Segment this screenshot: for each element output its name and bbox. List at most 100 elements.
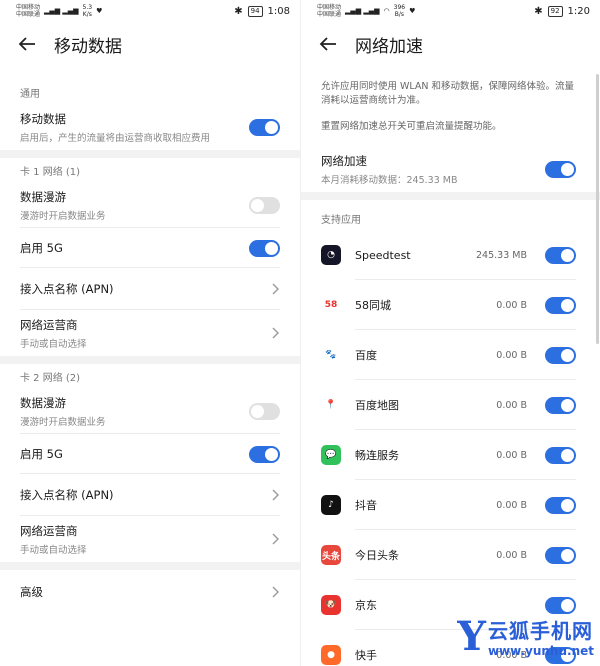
signal-icon: ▂▄▆ ▂▄▆ bbox=[44, 7, 79, 15]
section-gap bbox=[301, 192, 600, 200]
back-arrow-icon[interactable] bbox=[18, 34, 42, 54]
app-name: 畅连服务 bbox=[355, 449, 399, 462]
watermark-url: www.yunhu.net bbox=[487, 644, 594, 658]
app-acceleration-toggle[interactable] bbox=[545, 246, 576, 264]
sim1-5g-row[interactable]: 启用 5G bbox=[0, 228, 300, 268]
app-row[interactable]: 📍 百度地图 0.00 B bbox=[301, 380, 600, 430]
baidu-paw-icon: 🐾 bbox=[321, 345, 341, 365]
app-name: 抖音 bbox=[355, 499, 377, 512]
chat-bubble-icon: 💬 bbox=[321, 445, 341, 465]
clock: 1:20 bbox=[567, 5, 590, 17]
app-usage: 0.00 B bbox=[496, 299, 527, 311]
sim2-operator-row[interactable]: 网络运营商 手动或自动选择 bbox=[0, 516, 300, 562]
chevron-right-icon bbox=[270, 326, 280, 340]
app-row[interactable]: 🐾 百度 0.00 B bbox=[301, 330, 600, 380]
app-usage: 0.00 B bbox=[496, 449, 527, 461]
operator-desc: 手动或自动选择 bbox=[20, 338, 87, 350]
network-acceleration-screen: 中国移动 中国联通 ▂▄▆ ▂▄▆ ◠ 396 B/s ♥ ✱ 92 1:20 bbox=[300, 0, 600, 666]
sim1-5g-toggle[interactable] bbox=[249, 239, 280, 257]
heart-icon: ♥ bbox=[96, 7, 103, 15]
app-name: Speedtest bbox=[355, 248, 411, 262]
section-header-sim2: 卡 2 网络 (2) bbox=[20, 373, 81, 384]
sim2-roaming-toggle[interactable] bbox=[249, 402, 280, 420]
scrollbar[interactable] bbox=[596, 74, 599, 344]
carrier-1: 中国移动 bbox=[317, 4, 342, 11]
net-speed-unit: B/s bbox=[394, 11, 405, 18]
app-usage: 0.00 B bbox=[496, 549, 527, 561]
speedtest-icon: ◔ bbox=[321, 245, 341, 265]
back-arrow-icon[interactable] bbox=[319, 34, 343, 54]
app-usage: 0.00 B bbox=[496, 399, 527, 411]
app-usage: 0.00 B bbox=[496, 499, 527, 511]
section-gap bbox=[0, 562, 300, 570]
mobile-data-desc: 启用后，产生的流量将由运营商收取相应费用 bbox=[20, 132, 211, 144]
sim1-roaming-row[interactable]: 数据漫游 漫游时开启数据业务 bbox=[0, 182, 300, 228]
reset-hint: 重置网络加速总开关可重启流量提醒功能。 bbox=[321, 121, 502, 132]
page-title: 网络加速 bbox=[355, 36, 423, 57]
app-acceleration-toggle[interactable] bbox=[545, 596, 576, 614]
sim1-operator-row[interactable]: 网络运营商 手动或自动选择 bbox=[0, 310, 300, 356]
net-speed: 5.3 bbox=[82, 4, 93, 11]
bluetooth-icon: ✱ bbox=[534, 5, 543, 17]
acceleration-usage: 本月消耗移动数据：245.33 MB bbox=[321, 174, 458, 186]
app-row[interactable]: 💬 畅连服务 0.00 B bbox=[301, 430, 600, 480]
advanced-label: 高级 bbox=[20, 585, 43, 599]
app-acceleration-toggle[interactable] bbox=[545, 296, 576, 314]
advanced-row[interactable]: 高级 bbox=[0, 570, 300, 614]
acceleration-label: 网络加速 bbox=[321, 153, 367, 168]
roaming-desc: 漫游时开启数据业务 bbox=[20, 210, 106, 222]
app-acceleration-toggle[interactable] bbox=[545, 496, 576, 514]
watermark-site-name: 云狐手机网 bbox=[487, 619, 593, 643]
chevron-right-icon bbox=[270, 282, 280, 296]
app-usage: 0.00 B bbox=[496, 349, 527, 361]
section-gap bbox=[0, 150, 300, 158]
net-speed-unit: K/s bbox=[82, 11, 92, 18]
chevron-right-icon bbox=[270, 585, 280, 599]
signal-icon: ▂▄▆ ▂▄▆ bbox=[345, 7, 380, 15]
sim2-roaming-row[interactable]: 数据漫游 漫游时开启数据业务 bbox=[0, 388, 300, 434]
section-header-general: 通用 bbox=[20, 89, 40, 100]
carrier-2: 中国联通 bbox=[16, 11, 41, 18]
sim2-5g-toggle[interactable] bbox=[249, 445, 280, 463]
mobile-data-row[interactable]: 移动数据 启用后，产生的流量将由运营商收取相应费用 bbox=[0, 104, 300, 150]
carrier-2: 中国联通 bbox=[317, 11, 342, 18]
carrier-1: 中国移动 bbox=[16, 4, 41, 11]
app-row[interactable]: ◔ Speedtest 245.33 MB bbox=[301, 230, 600, 280]
app-acceleration-toggle[interactable] bbox=[545, 346, 576, 364]
tiktok-note-icon: ♪ bbox=[321, 495, 341, 515]
mobile-data-screen: 中国移动 中国联通 ▂▄▆ ▂▄▆ 5.3 K/s ♥ ✱ 94 1:08 移动… bbox=[0, 0, 300, 666]
page-title: 移动数据 bbox=[54, 36, 122, 57]
sim1-roaming-toggle[interactable] bbox=[249, 196, 280, 214]
clock: 1:08 bbox=[267, 5, 290, 17]
toutiao-icon: 头条 bbox=[321, 545, 341, 565]
app-row[interactable]: ♪ 抖音 0.00 B bbox=[301, 480, 600, 530]
sim1-apn-row[interactable]: 接入点名称 (APN) bbox=[0, 268, 300, 310]
network-acceleration-row[interactable]: 网络加速 本月消耗移动数据：245.33 MB bbox=[301, 146, 600, 192]
app-name: 京东 bbox=[355, 599, 377, 612]
jd-dog-icon: 🐶 bbox=[321, 595, 341, 615]
net-speed: 396 bbox=[393, 4, 406, 11]
app-acceleration-toggle[interactable] bbox=[545, 446, 576, 464]
network-acceleration-toggle[interactable] bbox=[545, 160, 576, 178]
sim2-5g-row[interactable]: 启用 5G bbox=[0, 434, 300, 474]
battery-indicator: 92 bbox=[547, 5, 563, 17]
58-icon: 58 bbox=[321, 295, 341, 315]
acceleration-description: 允许应用同时使用 WLAN 和移动数据，保障网络体验。流量消耗以运营商统计为准。 bbox=[321, 81, 575, 106]
sim2-apn-row[interactable]: 接入点名称 (APN) bbox=[0, 474, 300, 516]
mobile-data-toggle[interactable] bbox=[249, 118, 280, 136]
app-row[interactable]: 58 58同城 0.00 B bbox=[301, 280, 600, 330]
roaming-label: 数据漫游 bbox=[20, 395, 66, 410]
roaming-desc: 漫游时开启数据业务 bbox=[20, 416, 106, 428]
title-bar: 移动数据 bbox=[0, 22, 300, 66]
bluetooth-icon: ✱ bbox=[234, 5, 243, 17]
apn-label: 接入点名称 (APN) bbox=[20, 282, 114, 296]
chevron-right-icon bbox=[270, 532, 280, 546]
app-acceleration-toggle[interactable] bbox=[545, 546, 576, 564]
app-row[interactable]: 头条 今日头条 0.00 B bbox=[301, 530, 600, 580]
baidu-map-pin-icon: 📍 bbox=[321, 395, 341, 415]
apn-label: 接入点名称 (APN) bbox=[20, 488, 114, 502]
title-bar: 网络加速 bbox=[301, 22, 600, 66]
5g-label: 启用 5G bbox=[20, 447, 63, 461]
watermark-logo-letter: Y bbox=[457, 612, 486, 660]
app-acceleration-toggle[interactable] bbox=[545, 396, 576, 414]
